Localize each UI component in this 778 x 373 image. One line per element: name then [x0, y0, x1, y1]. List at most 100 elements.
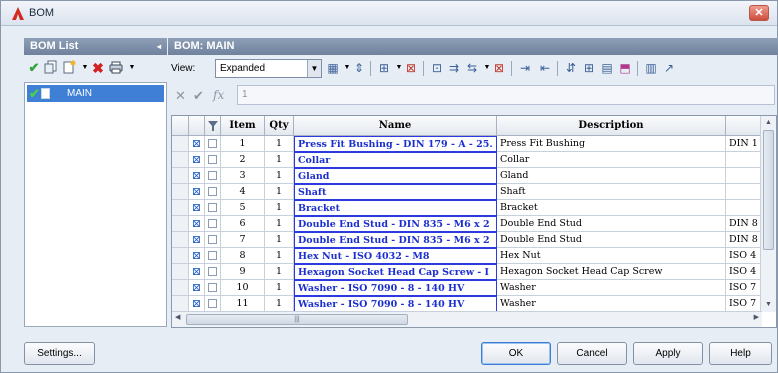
column-header-qty[interactable]: Qty [265, 116, 294, 136]
cell-name[interactable]: Press Fit Bushing - DIN 179 - A - 25. [294, 136, 497, 152]
vertical-scrollbar[interactable]: ▲ ▼ [760, 116, 776, 312]
function-icon[interactable]: fx [213, 88, 224, 102]
cell-name[interactable]: Double End Stud - DIN 835 - M6 x 2 [294, 216, 497, 232]
cell-qty: 1 [265, 232, 294, 248]
filter-icon[interactable]: ⇵ [563, 60, 579, 76]
scroll-left-icon[interactable]: ◀ [175, 313, 180, 321]
vertical-scroll-thumb[interactable] [763, 130, 774, 250]
checkbox[interactable] [208, 219, 217, 228]
row-checkbox[interactable] [205, 296, 221, 312]
dropdown-icon[interactable]: ▼ [124, 60, 140, 76]
cell-extra: ISO 4 [726, 248, 762, 264]
view-select[interactable]: Expanded ▼ [215, 59, 322, 78]
row-selector [172, 152, 189, 168]
settings-button[interactable]: Settings... [24, 342, 95, 365]
checkbox[interactable] [208, 139, 217, 148]
sort-icon[interactable]: ⇕ [351, 60, 367, 76]
column-header-extra[interactable] [726, 116, 762, 136]
merge-icon[interactable]: ⊡ [429, 60, 445, 76]
toolbar-separator [637, 61, 638, 76]
status-header [189, 116, 205, 136]
indent-icon[interactable]: ⇥ [517, 60, 533, 76]
print-icon[interactable] [108, 60, 124, 76]
merge-rows-icon[interactable]: ⊞ [581, 60, 597, 76]
horizontal-scrollbar[interactable]: ◀ ||| ▶ [172, 311, 762, 327]
scroll-down-icon[interactable]: ▼ [761, 298, 776, 312]
ok-button[interactable]: OK [481, 342, 551, 365]
close-button[interactable]: ✕ [749, 5, 769, 21]
parts-icon[interactable]: ▤ [599, 60, 615, 76]
scroll-right-icon[interactable]: ▶ [754, 313, 759, 321]
check-icon[interactable]: ✔ [26, 60, 42, 76]
formula-input[interactable]: 1 [237, 85, 775, 105]
horizontal-scroll-thumb[interactable]: ||| [186, 314, 408, 325]
link-icon: ⊠ [189, 152, 205, 168]
cell-item: 8 [221, 248, 265, 264]
row-checkbox[interactable] [205, 216, 221, 232]
checkbox[interactable] [208, 251, 217, 260]
copy-icon[interactable] [43, 60, 59, 76]
row-checkbox[interactable] [205, 136, 221, 152]
cell-qty: 1 [265, 200, 294, 216]
row-selector [172, 184, 189, 200]
accept-edit-icon[interactable]: ✔ [193, 88, 204, 104]
row-checkbox[interactable] [205, 232, 221, 248]
cancel-button[interactable]: Cancel [557, 342, 627, 365]
outdent-icon[interactable]: ⇤ [537, 60, 553, 76]
column-header-name[interactable]: Name [294, 116, 497, 136]
toolbar-separator [370, 61, 371, 76]
link-icon: ⊠ [189, 200, 205, 216]
cell-name[interactable]: Washer - ISO 7090 - 8 - 140 HV [294, 280, 497, 296]
help-button[interactable]: Help [709, 342, 772, 365]
checkbox[interactable] [208, 155, 217, 164]
new-bom-icon[interactable] [61, 60, 77, 76]
checkbox[interactable] [208, 267, 217, 276]
apply-button[interactable]: Apply [633, 342, 703, 365]
check-icon: ✔ [29, 86, 40, 101]
export-icon[interactable]: ⬒ [617, 60, 633, 76]
cell-name[interactable]: Hexagon Socket Head Cap Screw - I [294, 264, 497, 280]
split-icon[interactable]: ⇉ [446, 60, 462, 76]
delete-icon[interactable]: ✖ [90, 60, 106, 76]
row-checkbox[interactable] [205, 168, 221, 184]
row-checkbox[interactable] [205, 280, 221, 296]
cell-item: 10 [221, 280, 265, 296]
cell-name[interactable]: Hex Nut - ISO 4032 - M8 [294, 248, 497, 264]
cell-name[interactable]: Shaft [294, 184, 497, 200]
cell-name[interactable]: Washer - ISO 7090 - 8 - 140 HV [294, 296, 497, 312]
cell-name[interactable]: Gland [294, 168, 497, 184]
checkbox[interactable] [208, 283, 217, 292]
row-checkbox[interactable] [205, 152, 221, 168]
delete-column-icon[interactable]: ⊠ [403, 60, 419, 76]
remove-icon[interactable]: ⊠ [491, 60, 507, 76]
chevron-down-icon: ▼ [307, 60, 321, 77]
column-header-item[interactable]: Item [221, 116, 265, 136]
column-header-description[interactable]: Description [497, 116, 726, 136]
checkbox[interactable] [208, 235, 217, 244]
insert-column-icon[interactable]: ⊞ [376, 60, 392, 76]
table-icon[interactable]: ▥ [643, 60, 659, 76]
checkbox[interactable] [208, 171, 217, 180]
checkbox[interactable] [208, 203, 217, 212]
scroll-up-icon[interactable]: ▲ [761, 116, 776, 130]
row-checkbox[interactable] [205, 200, 221, 216]
link-icon: ⊠ [189, 280, 205, 296]
link-icon: ⊠ [189, 184, 205, 200]
cell-qty: 1 [265, 184, 294, 200]
row-selector [172, 280, 189, 296]
cell-name[interactable]: Bracket [294, 200, 497, 216]
row-checkbox[interactable] [205, 184, 221, 200]
move-icon[interactable]: ⇆ [464, 60, 480, 76]
row-checkbox[interactable] [205, 248, 221, 264]
row-checkbox[interactable] [205, 264, 221, 280]
checkbox[interactable] [208, 299, 217, 308]
cancel-edit-icon[interactable]: ✕ [175, 88, 186, 104]
checkbox[interactable] [208, 187, 217, 196]
cell-name[interactable]: Collar [294, 152, 497, 168]
tree-item-main[interactable]: ✔ MAIN [27, 85, 164, 102]
filter-header[interactable] [205, 116, 221, 136]
bom-list-title: BOM List [30, 40, 79, 52]
collapse-icon[interactable]: ◂ [157, 38, 161, 55]
formula-icon[interactable]: ↗ [661, 60, 677, 76]
cell-name[interactable]: Double End Stud - DIN 835 - M6 x 2 [294, 232, 497, 248]
